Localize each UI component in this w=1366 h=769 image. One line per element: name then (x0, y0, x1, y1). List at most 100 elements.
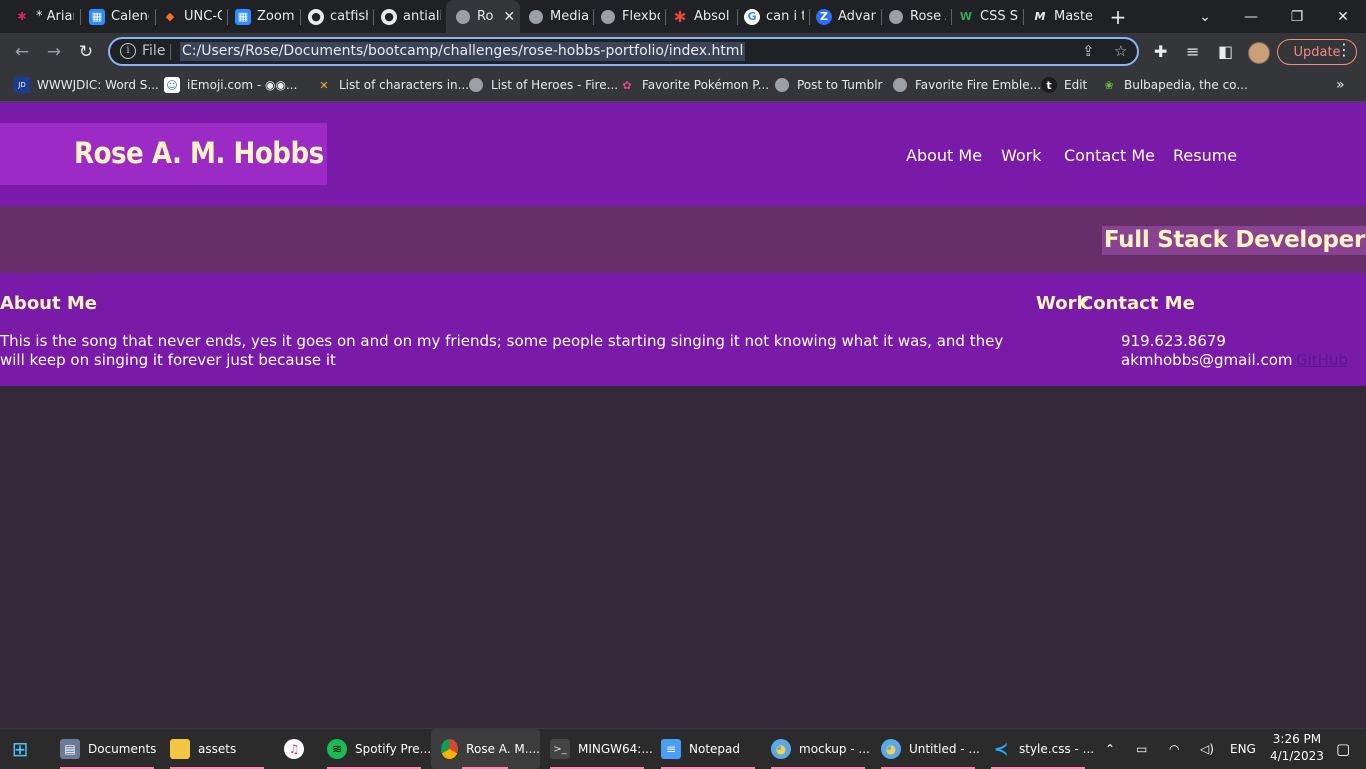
language-indicator[interactable]: ENG (1230, 729, 1256, 769)
taskbar-item-assets[interactable]: assets (170, 729, 236, 769)
bookmarks-bar: JD WWWJDIC: Word S... ☺ iEmoji.com - ◉◉...… (0, 70, 1366, 102)
tab-1[interactable]: ▦Calend (89, 0, 149, 33)
globe-icon (600, 9, 616, 25)
volume-icon[interactable]: ◁) (1200, 729, 1214, 769)
about-heading: About Me (0, 293, 97, 314)
side-panel-icon[interactable]: ◧ (1218, 42, 1233, 61)
bookmark-8[interactable]: ❀ Bulbapedia, the co... (1101, 70, 1247, 100)
bookmark-5[interactable]: Post to Tumblr (774, 70, 882, 100)
extensions-icon[interactable]: ✚ (1154, 42, 1167, 61)
documents-icon: ▤ (60, 739, 80, 759)
contact-heading: Contact Me (1080, 293, 1195, 314)
bookmark-1[interactable]: ☺ iEmoji.com - ◉◉... (164, 70, 297, 100)
globe-icon (455, 9, 471, 25)
tab-10[interactable]: Gcan i t (744, 0, 804, 33)
close-window-button[interactable]: ✕ (1320, 0, 1366, 33)
tab-12[interactable]: Rose A (888, 0, 946, 33)
taskbar-item-itunes[interactable]: ♫ (284, 729, 312, 769)
menu-kebab-icon[interactable]: ⋮ (1336, 40, 1352, 59)
back-button[interactable]: ← (7, 33, 37, 70)
bookmark-6[interactable]: Favorite Fire Emble... (892, 70, 1041, 100)
url-text[interactable]: C:/Users/Rose/Documents/bootcamp/challen… (180, 42, 746, 61)
tab-separator (1023, 9, 1024, 25)
tab-separator (593, 9, 594, 25)
tab-3[interactable]: ▦ Zoom (235, 0, 295, 33)
emoji-icon: ☺ (164, 77, 180, 93)
taskbar-item-chrome[interactable]: Rose A. M.... (431, 729, 540, 769)
globe-icon (892, 77, 908, 93)
bookmark-4[interactable]: ✿ Favorite Pokémon P... (619, 70, 769, 100)
nav-contact-me[interactable]: Contact Me (1064, 146, 1155, 165)
vscode-icon: ≺ (993, 738, 1009, 760)
taskbar-item-vscode[interactable]: ≺ style.css - ... (991, 729, 1094, 769)
globe-icon (774, 77, 790, 93)
battery-icon[interactable]: ▭ (1136, 729, 1147, 769)
wifi-icon[interactable]: ◠ (1169, 729, 1179, 769)
bookmark-0[interactable]: JD WWWJDIC: Word S... (14, 70, 159, 100)
bookmark-7[interactable]: t Edit (1041, 70, 1087, 100)
profile-avatar[interactable] (1248, 42, 1270, 64)
tab-8[interactable]: Flexbo (600, 0, 660, 33)
globe-icon (528, 9, 544, 25)
clock[interactable]: 3:26 PM 4/1/2023 (1270, 731, 1324, 765)
github-icon: ● (308, 8, 324, 25)
taskbar-item-untitled[interactable]: ◕ Untitled - ... (881, 729, 980, 769)
tab-7[interactable]: Media (528, 0, 588, 33)
reload-button[interactable]: ↻ (71, 33, 101, 70)
bookmark-3[interactable]: List of Heroes - Fire... (468, 70, 618, 100)
tab-separator (155, 9, 156, 25)
tab-6-active[interactable]: Ro ✕ (446, 0, 520, 33)
google-icon: G (744, 8, 760, 25)
tab-0[interactable]: ✱* Arian (14, 0, 74, 33)
forward-button[interactable]: → (39, 33, 69, 70)
more-bookmarks-icon[interactable]: » (1336, 70, 1345, 100)
taskbar-item-notepad[interactable]: ≡ Notepad (661, 729, 740, 769)
site-logo: Rose A. M. Hobbs (0, 123, 327, 185)
tab-search-icon[interactable]: ⌄ (1182, 0, 1228, 33)
notifications-icon[interactable]: ▢ (1336, 729, 1350, 769)
folder-icon (170, 739, 190, 759)
taskbar-item-documents[interactable]: ▤ Documents (60, 729, 156, 769)
nav-resume[interactable]: Resume (1173, 146, 1237, 165)
taskbar-item-mingw[interactable]: >_ MINGW64:... (550, 729, 653, 769)
nav-work[interactable]: Work (1001, 146, 1042, 165)
minimize-button[interactable]: — (1228, 0, 1274, 33)
wwwjdic-icon: JD (14, 77, 30, 93)
notepad-icon: ≡ (661, 739, 681, 759)
tab-4[interactable]: ●catfish (308, 0, 368, 33)
tray-overflow-icon[interactable]: ⌃ (1105, 729, 1115, 769)
bookmark-2[interactable]: ✕ List of characters in... (316, 70, 469, 100)
tab-2[interactable]: ◆ UNC-C (162, 0, 222, 33)
bookmark-star-icon[interactable]: ☆ (1114, 42, 1127, 60)
info-icon[interactable]: i (120, 43, 136, 59)
restore-button[interactable]: ❐ (1274, 0, 1320, 33)
tab-separator (80, 9, 81, 25)
contact-phone: 919.623.8679 (1121, 332, 1226, 350)
web-page: Rose A. M. Hobbs About Me Work Contact M… (0, 102, 1366, 728)
taskbar-item-mockup[interactable]: ◕ mockup - ... (771, 729, 870, 769)
about-text: This is the song that never ends, yes it… (0, 332, 1004, 369)
spotify-icon: ≋ (327, 739, 347, 759)
site-header: Rose A. M. Hobbs About Me Work Contact M… (0, 102, 1366, 206)
start-button[interactable]: ⊞ (10, 729, 38, 769)
tab-9[interactable]: ✱ Absol (672, 0, 732, 33)
github-link[interactable]: GitHub (1296, 351, 1348, 369)
close-tab-icon[interactable]: ✕ (503, 9, 515, 25)
terminal-icon: >_ (550, 739, 570, 759)
taskbar-item-spotify[interactable]: ≋ Spotify Pre... (327, 729, 431, 769)
tab-14[interactable]: M Maste (1032, 0, 1092, 33)
tab-separator (227, 9, 228, 25)
slack-icon: ✱ (17, 10, 27, 23)
address-bar[interactable]: i File C:/Users/Rose/Documents/bootcamp/… (108, 37, 1139, 66)
media-control-icon[interactable]: ≡ (1186, 42, 1199, 61)
tab-11[interactable]: Z Advan (816, 0, 876, 33)
new-tab-button[interactable]: + (1096, 0, 1140, 33)
nav-about-me[interactable]: About Me (906, 146, 982, 165)
tab-13[interactable]: WCSS Se (958, 0, 1018, 33)
chrome-icon (441, 739, 459, 759)
tab-5[interactable]: ● antiali (381, 0, 441, 33)
calendar-icon: ▦ (235, 8, 251, 25)
clock-time: 3:26 PM (1272, 732, 1322, 746)
gitlab-icon: ◆ (165, 10, 175, 23)
share-icon[interactable]: ⇪ (1082, 42, 1095, 60)
